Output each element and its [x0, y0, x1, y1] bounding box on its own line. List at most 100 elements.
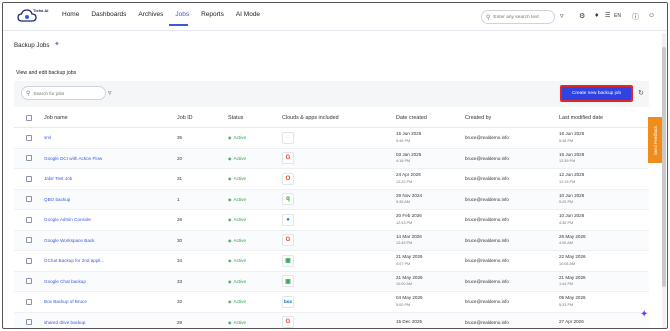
last-modified-time: 4:06 AM: [559, 241, 573, 246]
job-name-link[interactable]: GChat Backup for 2nd appli...: [44, 258, 177, 263]
job-name-link[interactable]: Google DCI with Action Flow: [44, 156, 177, 161]
status-icon: ◉: [228, 299, 232, 305]
row-checkbox[interactable]: [26, 196, 32, 203]
filter-icon[interactable]: ▿: [108, 89, 112, 97]
job-name-link[interactable]: sml: [44, 135, 177, 140]
nav-jobs[interactable]: Jobs: [175, 11, 189, 18]
job-name-link[interactable]: Box Backup of Bruce: [44, 299, 177, 304]
create-backup-job-button[interactable]: Create new backup job: [560, 85, 633, 102]
nav-home[interactable]: Home: [62, 11, 79, 18]
row-select-cell: [14, 175, 44, 182]
date-created-date: 04 May 2026: [396, 295, 423, 301]
table-row[interactable]: Google DCI with Action Flow 20 ◉ Active G 03 …: [14, 148, 649, 169]
date-created-date: 14 Mar 2026: [396, 233, 422, 239]
header-job-id[interactable]: Job ID: [177, 115, 228, 121]
table-row[interactable]: Jabir Test Job 31 ◉ Active O 24 Apr 2026 12:22…: [14, 169, 649, 190]
job-name-link[interactable]: Google Chat backup: [44, 279, 177, 284]
googleadmin-icon: ●: [282, 213, 294, 226]
last-modified-date: 27 Apr 2026: [559, 319, 584, 324]
job-id: 20: [177, 155, 183, 161]
status-badge: ◉ Active: [228, 299, 282, 304]
status-icon: ◉: [228, 196, 232, 202]
last-modified: 10 Jun 2026 5:25 PM: [559, 193, 649, 206]
header-apps[interactable]: Clouds & apps included: [282, 115, 396, 121]
filter-icon[interactable]: ▿: [560, 12, 564, 20]
user-icon[interactable]: ☺: [648, 12, 655, 19]
select-all-checkbox[interactable]: [26, 115, 32, 121]
status-icon: ◉: [228, 217, 232, 223]
table-row[interactable]: Google Admin Console 26 ◉ Active ● 20 Feb 202…: [14, 210, 649, 231]
gear-icon[interactable]: ⚙: [579, 12, 585, 20]
created-by: bruce@realdemo.info: [465, 135, 509, 141]
row-checkbox[interactable]: [26, 155, 32, 162]
send-feedback-tab[interactable]: Send Feedback: [648, 117, 663, 163]
status-text: Active: [233, 155, 247, 161]
row-checkbox[interactable]: [26, 237, 32, 244]
job-id: 33: [177, 278, 183, 284]
last-modified: 05 May 2026 5:33 PM: [559, 295, 649, 308]
last-modified-date: 15 Jun 2026: [559, 131, 585, 137]
google-icon: G: [282, 234, 294, 247]
table-row[interactable]: Box Backup of Bruce 32 ◉ Active box 04 May 20…: [14, 292, 649, 313]
row-checkbox[interactable]: [26, 134, 32, 141]
status-badge: ◉ Active: [228, 320, 282, 325]
row-checkbox[interactable]: [26, 257, 32, 264]
date-created-date: 15 Dec 2025: [396, 319, 423, 324]
job-id: 32: [177, 299, 183, 305]
job-name-link[interactable]: Google Workspace Back: [44, 238, 177, 243]
status-text: Active: [233, 258, 247, 264]
active-nav-indicator: [169, 24, 188, 26]
table-row[interactable]: Google Chat backup 33 ◉ Active ▣ 21 May 2026 1…: [14, 271, 649, 292]
translate-icon[interactable]: ☰: [605, 12, 610, 19]
nav-archives[interactable]: Archives: [138, 11, 163, 18]
language-selector[interactable]: EN: [614, 13, 621, 19]
header-last-modified[interactable]: Last modified date: [559, 115, 649, 122]
sparkle-icon[interactable]: ✦: [54, 40, 60, 48]
table-row[interactable]: shared drive backup 28 ◉ Active G 15 Dec 2025…: [14, 312, 649, 328]
status-icon: ◉: [228, 319, 232, 325]
select-all-cell: [14, 115, 44, 121]
nav-ai-mode[interactable]: AI Mode: [236, 11, 260, 18]
header-job-name[interactable]: Job name: [44, 115, 177, 121]
job-name-link[interactable]: Google Admin Console: [44, 217, 177, 222]
status-icon: ◉: [228, 258, 232, 264]
refresh-icon[interactable]: ↻: [638, 89, 644, 97]
table-header: Job name Job ID Status Clouds & apps inc…: [14, 109, 649, 128]
global-search-input[interactable]: [493, 14, 554, 20]
office365-icon: O: [282, 172, 294, 185]
table-row[interactable]: GChat Backup for 2nd appli... 34 ◉ Active ▣ 2…: [14, 251, 649, 272]
row-checkbox[interactable]: [26, 298, 32, 305]
apps-cell: ▣: [282, 275, 396, 288]
global-search[interactable]: ⚲: [481, 10, 555, 24]
jobs-table: Job name Job ID Status Clouds & apps inc…: [14, 109, 649, 328]
row-checkbox[interactable]: [26, 319, 32, 326]
bell-icon[interactable]: ♦: [595, 12, 599, 19]
ai-assistant-icon[interactable]: ✦: [640, 309, 648, 320]
job-name-link[interactable]: shared drive backup: [44, 320, 177, 325]
row-checkbox[interactable]: [26, 278, 32, 285]
job-id: 35: [177, 135, 183, 141]
table-row[interactable]: Google Workspace Back 30 ◉ Active G 14 Mar 20…: [14, 230, 649, 251]
row-checkbox[interactable]: [26, 175, 32, 182]
table-row[interactable]: QBO backup 1 ◉ Active q 29 Nov 2024 9:35 AM bru…: [14, 189, 649, 210]
date-created-time: 5:46 PM: [396, 138, 411, 143]
date-created: 21 May 2026 10:00 AM: [396, 275, 465, 288]
header-status[interactable]: Status: [228, 115, 282, 121]
jobs-search-input[interactable]: [33, 90, 102, 96]
nav-dashboards[interactable]: Dashboards: [91, 11, 126, 18]
page-scrollbar-thumb[interactable]: [662, 47, 666, 287]
created-by: bruce@realdemo.info: [465, 237, 509, 243]
search-icon: ⚲: [26, 90, 31, 97]
row-select-cell: [14, 237, 44, 244]
header-created-by[interactable]: Created by: [465, 115, 559, 121]
table-row[interactable]: sml 35 ◉ Active ◌ 15 Jun 2026 5:46 PM bruce@rea…: [14, 128, 649, 149]
job-name-link[interactable]: Jabir Test Job: [44, 176, 177, 181]
date-created: 03 Jan 2025 4:18 PM: [396, 152, 465, 165]
nav-reports[interactable]: Reports: [201, 11, 224, 18]
job-name-link[interactable]: QBO backup: [44, 197, 177, 202]
row-checkbox[interactable]: [26, 216, 32, 223]
row-select-cell: [14, 155, 44, 162]
jobs-search[interactable]: ⚲: [21, 86, 106, 100]
help-icon[interactable]: ⓘ: [632, 12, 639, 22]
header-date-created[interactable]: Date created: [396, 115, 465, 122]
